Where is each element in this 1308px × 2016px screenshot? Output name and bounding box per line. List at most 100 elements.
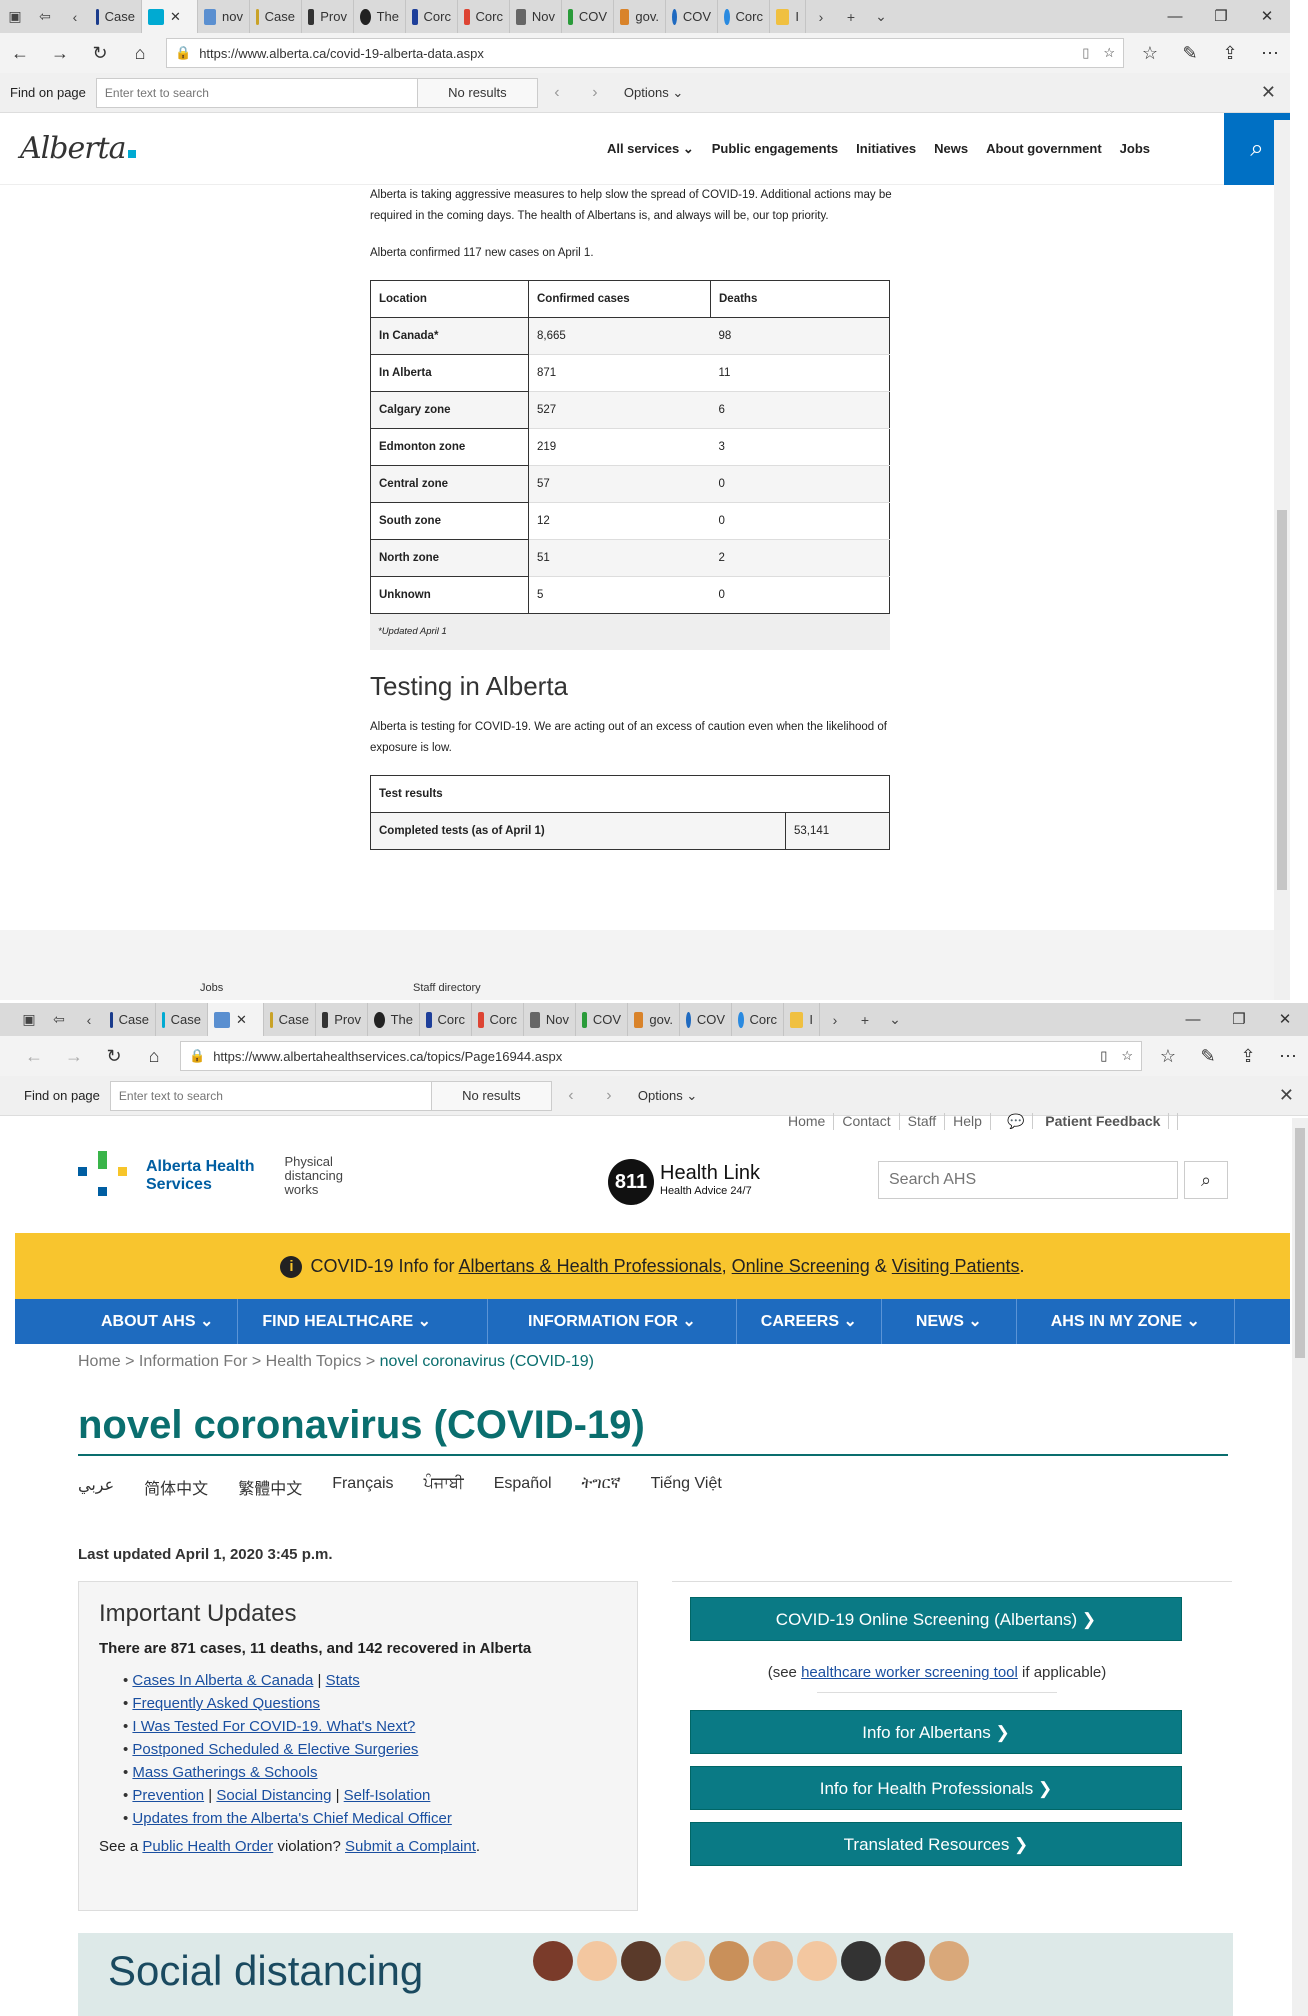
link-patient-feedback[interactable]: 💬 Patient Feedback: [991, 1113, 1179, 1130]
favorite-star-icon[interactable]: ☆: [1103, 45, 1115, 61]
tab-active[interactable]: ✕: [142, 0, 198, 33]
tab[interactable]: The: [368, 1003, 420, 1036]
lang-arabic[interactable]: عربي: [78, 1475, 114, 1499]
tab[interactable]: I: [770, 0, 806, 33]
tab[interactable]: Prov: [316, 1003, 368, 1036]
close-icon[interactable]: ✕: [236, 1012, 247, 1028]
alberta-logo[interactable]: Alberta: [20, 131, 136, 166]
link-help[interactable]: Help: [945, 1113, 991, 1130]
lang-vietnamese[interactable]: Tiếng Việt: [651, 1475, 722, 1499]
find-next-icon[interactable]: ›: [590, 1087, 628, 1105]
crumb-home[interactable]: Home: [78, 1353, 121, 1370]
find-close-icon[interactable]: ✕: [1279, 1085, 1294, 1106]
new-tab-icon[interactable]: +: [850, 1012, 880, 1028]
menu-find-healthcare[interactable]: FIND HEALTHCARE ⌄: [238, 1299, 489, 1344]
lang-punjabi[interactable]: ਪੰਜਾਬੀ: [424, 1475, 464, 1499]
nav-public-engagements[interactable]: Public engagements: [712, 141, 838, 157]
favorites-icon[interactable]: ☆: [1130, 43, 1170, 64]
link-gatherings[interactable]: Mass Gatherings & Schools: [132, 1764, 317, 1781]
new-tab-icon[interactable]: +: [836, 9, 866, 25]
banner-link-albertans[interactable]: Albertans & Health Professionals: [459, 1256, 722, 1276]
forward-icon[interactable]: →: [40, 43, 80, 64]
tab-scroll-right-icon[interactable]: ›: [806, 9, 836, 25]
social-distancing-banner[interactable]: Social distancing: [78, 1933, 1233, 2016]
url-field[interactable]: 🔒 https://www.albertahealthservices.ca/to…: [180, 1041, 1142, 1071]
tab[interactable]: Case: [250, 0, 302, 33]
link-tested[interactable]: I Was Tested For COVID-19. What's Next?: [132, 1718, 415, 1735]
scrollbar-thumb[interactable]: [1277, 510, 1287, 890]
restore-icon[interactable]: ❐: [1198, 0, 1244, 33]
back-icon[interactable]: ←: [14, 1046, 54, 1067]
link-contact[interactable]: Contact: [834, 1113, 900, 1130]
footer-link-staff[interactable]: Staff directory: [413, 982, 481, 994]
tab[interactable]: Corc: [458, 0, 510, 33]
chevron-down-icon[interactable]: ⌄: [880, 1011, 910, 1028]
link-prevention[interactable]: Prevention: [132, 1787, 204, 1804]
nav-initiatives[interactable]: Initiatives: [856, 141, 916, 157]
nav-jobs[interactable]: Jobs: [1120, 141, 1150, 157]
link-cmo-updates[interactable]: Updates from the Alberta's Chief Medical…: [132, 1810, 451, 1827]
link-hcw-screening[interactable]: healthcare worker screening tool: [801, 1664, 1018, 1681]
tab[interactable]: Corc: [718, 0, 770, 33]
find-close-icon[interactable]: ✕: [1261, 82, 1276, 103]
tab-actions-icon[interactable]: ▣: [0, 8, 30, 25]
nav-news[interactable]: News: [934, 141, 968, 157]
link-self-isolation[interactable]: Self-Isolation: [344, 1787, 431, 1804]
home-icon[interactable]: ⌂: [134, 1046, 174, 1067]
link-surgeries[interactable]: Postponed Scheduled & Elective Surgeries: [132, 1741, 418, 1758]
info-albertans-button[interactable]: Info for Albertans ❯: [690, 1710, 1182, 1754]
link-social-distancing[interactable]: Social Distancing: [216, 1787, 331, 1804]
scrollbar[interactable]: [1292, 1118, 1308, 2016]
tab[interactable]: Nov: [524, 1003, 576, 1036]
tab[interactable]: Corc: [472, 1003, 524, 1036]
minimize-icon[interactable]: —: [1152, 0, 1198, 33]
reading-view-icon[interactable]: ▯: [1100, 1048, 1107, 1064]
nav-about-government[interactable]: About government: [986, 141, 1102, 157]
tab[interactable]: Case: [156, 1003, 208, 1036]
close-window-icon[interactable]: ✕: [1244, 0, 1290, 33]
crumb-health-topics[interactable]: Health Topics: [266, 1353, 362, 1370]
link-submit-complaint[interactable]: Submit a Complaint: [345, 1838, 476, 1855]
lang-spanish[interactable]: Español: [494, 1475, 552, 1499]
scrollbar[interactable]: [1274, 120, 1290, 1000]
link-faq[interactable]: Frequently Asked Questions: [132, 1695, 320, 1712]
lang-traditional-chinese[interactable]: 繁體中文: [238, 1475, 302, 1499]
tab-scroll-right-icon[interactable]: ›: [820, 1012, 850, 1028]
translated-resources-button[interactable]: Translated Resources ❯: [690, 1822, 1182, 1866]
refresh-icon[interactable]: ↻: [80, 43, 120, 64]
pen-icon[interactable]: ✎: [1170, 43, 1210, 64]
tab[interactable]: COV: [576, 1003, 628, 1036]
menu-about-ahs[interactable]: ABOUT AHS ⌄: [77, 1299, 239, 1344]
url-field[interactable]: 🔒 https://www.alberta.ca/covid-19-alberta…: [166, 38, 1124, 68]
menu-ahs-in-my-zone[interactable]: AHS IN MY ZONE ⌄: [1017, 1299, 1235, 1344]
refresh-icon[interactable]: ↻: [94, 1046, 134, 1067]
menu-careers[interactable]: CAREERS ⌄: [737, 1299, 882, 1344]
chevron-down-icon[interactable]: ⌄: [866, 8, 896, 25]
tab[interactable]: Case: [90, 0, 142, 33]
lang-simplified-chinese[interactable]: 简体中文: [144, 1475, 208, 1499]
find-prev-icon[interactable]: ‹: [552, 1087, 590, 1105]
tab[interactable]: gov.: [628, 1003, 680, 1036]
tab-active[interactable]: ✕: [208, 1003, 264, 1036]
tab[interactable]: COV: [562, 0, 614, 33]
tab[interactable]: COV: [666, 0, 718, 33]
tab-scroll-left-icon[interactable]: ‹: [60, 9, 90, 25]
back-icon[interactable]: ←: [0, 43, 40, 64]
favorite-star-icon[interactable]: ☆: [1121, 1048, 1133, 1064]
more-icon[interactable]: ⋯: [1250, 43, 1290, 64]
search-input[interactable]: [878, 1161, 1178, 1199]
info-professionals-button[interactable]: Info for Health Professionals ❯: [690, 1766, 1182, 1810]
find-next-icon[interactable]: ›: [576, 84, 614, 102]
share-icon[interactable]: ⇪: [1228, 1046, 1268, 1067]
close-window-icon[interactable]: ✕: [1262, 1003, 1308, 1036]
tab[interactable]: Prov: [302, 0, 354, 33]
tab[interactable]: The: [354, 0, 406, 33]
tab[interactable]: Corc: [420, 1003, 472, 1036]
tab-actions-icon[interactable]: ▣: [14, 1011, 44, 1028]
crumb-information-for[interactable]: Information For: [139, 1353, 247, 1370]
tab[interactable]: I: [784, 1003, 820, 1036]
lang-french[interactable]: Français: [332, 1475, 393, 1499]
tabs-aside-icon[interactable]: ⇦: [44, 1011, 74, 1028]
banner-link-screening[interactable]: Online Screening: [732, 1256, 870, 1276]
home-icon[interactable]: ⌂: [120, 43, 160, 64]
